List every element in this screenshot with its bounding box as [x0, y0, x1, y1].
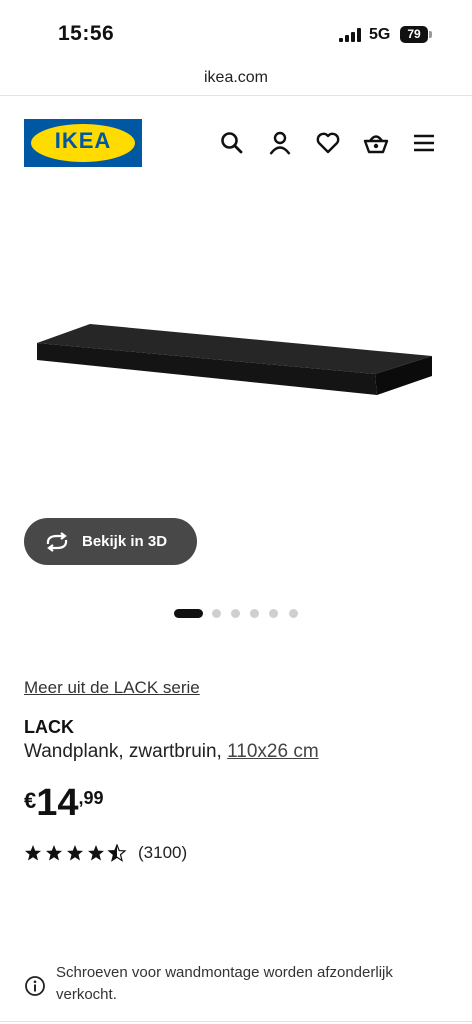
status-time: 15:56: [58, 22, 115, 45]
menu-icon[interactable]: [411, 130, 437, 156]
rotate-3d-icon: [46, 531, 68, 552]
assembly-notice: Schroeven voor wandmontage worden afzond…: [56, 964, 393, 1003]
star-icon: [25, 845, 41, 861]
price-decimal: ,99: [78, 788, 104, 808]
price-integer: 14: [36, 782, 79, 824]
rating-stars[interactable]: [24, 844, 128, 862]
carousel-dot[interactable]: [231, 609, 240, 618]
view-3d-button[interactable]: Bekijk in 3D: [24, 518, 197, 565]
url-divider: [0, 95, 472, 96]
carousel-dot[interactable]: [250, 609, 259, 618]
size-link[interactable]: 110x26 cm: [227, 741, 319, 762]
product-image[interactable]: [0, 300, 472, 440]
star-icon: [67, 845, 83, 861]
product-name: LACK: [24, 717, 74, 737]
price-currency: €: [24, 788, 37, 813]
half-star-icon: [108, 844, 126, 862]
signal-icon: [339, 28, 361, 42]
browser-url[interactable]: ikea.com: [0, 69, 472, 87]
battery-icon: 79: [400, 26, 428, 43]
info-icon: [25, 976, 45, 996]
bottom-divider: [0, 1021, 472, 1022]
ikea-logo-text: IKEA: [54, 128, 112, 153]
carousel-dot[interactable]: [289, 609, 298, 618]
battery-tip: [429, 31, 432, 38]
series-link[interactable]: Meer uit de LACK serie: [24, 678, 200, 698]
basket-icon[interactable]: [363, 130, 389, 156]
product-description: Wandplank, zwartbruin, 110x26 cm: [24, 741, 319, 763]
heart-icon[interactable]: [315, 130, 341, 156]
product-price: €14,99: [24, 782, 104, 825]
account-icon[interactable]: [267, 130, 293, 156]
product-type: Wandplank, zwartbruin,: [24, 741, 228, 762]
review-count[interactable]: (3100): [138, 843, 187, 863]
carousel-dot-active[interactable]: [174, 609, 203, 618]
carousel-dot[interactable]: [212, 609, 221, 618]
star-icon: [46, 845, 62, 861]
search-icon[interactable]: [219, 130, 245, 156]
carousel-dot[interactable]: [269, 609, 278, 618]
network-label: 5G: [369, 26, 391, 43]
view-3d-label: Bekijk in 3D: [82, 533, 168, 550]
star-icon: [88, 845, 104, 861]
